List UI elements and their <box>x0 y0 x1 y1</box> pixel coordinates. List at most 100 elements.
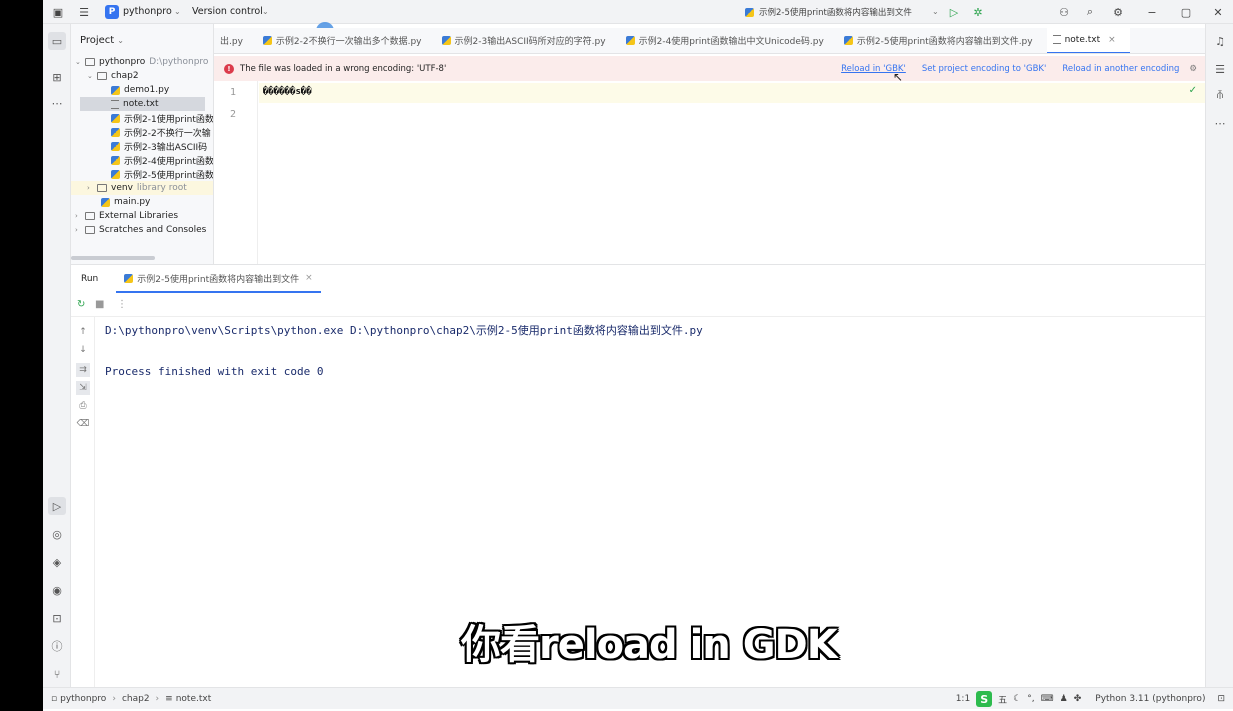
python-packages-icon[interactable]: ◎ <box>48 525 66 543</box>
code-editor[interactable]: ������s�� ✓ <box>259 81 1205 264</box>
tree-item-hint: library root <box>136 183 187 193</box>
scroll-to-end-icon[interactable]: ⇲ <box>76 381 90 395</box>
project-tool-icon[interactable]: ▭ <box>48 32 66 50</box>
notifications-icon[interactable]: ♫ <box>1211 32 1229 50</box>
tree-item-label: 示例2-1使用print函数 <box>124 114 214 125</box>
tools-icon[interactable]: ✤ <box>1074 694 1082 704</box>
right-tool-strip: ♫ ☰ ⫚ ⋯ <box>1205 24 1233 687</box>
run-tab-label: 示例2-5使用print函数将内容输出到文件 <box>137 274 300 285</box>
breadcrumb-item[interactable]: pythonpro <box>60 694 106 704</box>
tree-item-main-py[interactable]: main.py <box>101 195 150 209</box>
tree-item-label: note.txt <box>123 99 159 109</box>
run-tool-icon[interactable]: ▷ <box>48 497 66 515</box>
layers-icon[interactable]: ◈ <box>48 553 66 571</box>
tree-item-label: pythonpro <box>99 57 146 67</box>
settings-gear-icon[interactable]: ⚙ <box>1111 5 1125 19</box>
tree-item-external-libraries[interactable]: › External Libraries <box>75 209 178 223</box>
scientific-mode-icon[interactable]: ⫚ <box>1211 86 1229 104</box>
vcs-menu[interactable]: Version control <box>192 6 263 17</box>
set-project-encoding-link[interactable]: Set project encoding to 'GBK' <box>922 64 1047 74</box>
code-line-1: ������s�� <box>263 87 312 97</box>
more-tools-icon[interactable]: ⋯ <box>48 94 66 112</box>
database-icon[interactable]: ☰ <box>1211 60 1229 78</box>
more-options-icon[interactable]: ⋮ <box>117 299 127 310</box>
tree-item-label: 示例2-2不换行一次输 <box>124 128 211 139</box>
title-bar: ▣ ☰ P pythonpro ⌄ Version control ⌄ 示例2-… <box>43 0 1233 40</box>
clear-icon[interactable]: ⌫ <box>76 417 90 431</box>
terminal-icon[interactable]: ⊡ <box>48 609 66 627</box>
tab-file-4[interactable]: 示例2-4使用print函数输出中文Unicode码.py <box>620 28 838 53</box>
lock-icon[interactable]: ⊡ <box>1217 694 1225 704</box>
print-icon[interactable]: ⎙ <box>76 399 90 413</box>
problems-icon[interactable]: ⓘ <box>48 637 66 655</box>
tree-item-note-txt[interactable]: note.txt <box>80 97 205 111</box>
arrow-up-icon[interactable]: ↑ <box>76 325 90 339</box>
main-menu-icon[interactable]: ☰ <box>77 5 91 19</box>
maximize-icon[interactable]: ▢ <box>1179 5 1193 19</box>
tree-item-scratches[interactable]: › Scratches and Consoles <box>75 223 206 237</box>
tab-note-txt[interactable]: note.txt × <box>1046 28 1130 53</box>
minimize-icon[interactable]: − <box>1145 5 1159 19</box>
app-logo-icon: ▣ <box>52 5 64 19</box>
tree-item-example-2-1[interactable]: 示例2-1使用print函数 <box>111 111 214 125</box>
tab-file-2[interactable]: 示例2-2不换行一次输出多个数据.py <box>257 28 436 53</box>
run-tab[interactable]: 示例2-5使用print函数将内容输出到文件 × <box>116 265 321 293</box>
tree-item-demo1[interactable]: demo1.py <box>111 83 169 97</box>
structure-tool-icon[interactable]: ⊞ <box>48 68 66 86</box>
horizontal-scrollbar[interactable] <box>71 256 155 260</box>
breadcrumb-item[interactable]: chap2 <box>122 694 150 704</box>
arrow-down-icon[interactable]: ↓ <box>76 343 90 357</box>
run-icon[interactable]: ▷ <box>947 5 961 19</box>
add-user-icon[interactable]: ⚇ <box>1057 5 1071 19</box>
gear-icon[interactable]: ⚙ <box>1189 64 1197 74</box>
tab-file-1[interactable]: 出.py <box>214 28 257 53</box>
close-icon[interactable]: × <box>1108 35 1116 45</box>
python-interpreter[interactable]: Python 3.11 (pythonpro) <box>1095 694 1205 704</box>
folder-icon <box>97 184 107 192</box>
tree-item-label: External Libraries <box>99 211 179 221</box>
tree-item-example-2-5[interactable]: 示例2-5使用print函数 <box>111 167 213 181</box>
tree-item-chap2[interactable]: ⌄ chap2 <box>87 69 139 83</box>
punctuation-icon[interactable]: °, <box>1027 694 1034 704</box>
rerun-icon[interactable]: ↻ <box>77 299 85 310</box>
caret-position[interactable]: 1:1 <box>956 694 970 704</box>
vertical-scrollbar[interactable] <box>1199 317 1205 688</box>
ime-mode[interactable]: 五 <box>998 693 1007 706</box>
close-icon[interactable]: × <box>305 273 313 283</box>
project-panel-title: Project <box>80 34 115 46</box>
keyboard-icon[interactable]: ⌨ <box>1041 694 1054 704</box>
tree-item-example-2-3[interactable]: 示例2-3输出ASCII码 <box>111 139 207 153</box>
services-icon[interactable]: ◉ <box>48 581 66 599</box>
tree-item-example-2-2[interactable]: 示例2-2不换行一次输 <box>111 125 211 139</box>
project-switcher[interactable]: pythonpro <box>123 6 172 17</box>
run-side-toolbar: ↑ ↓ ⇉ ⇲ ⎙ ⌫ <box>71 317 95 688</box>
error-icon: ! <box>224 63 234 74</box>
python-file-icon <box>441 36 451 45</box>
more-tools-icon[interactable]: ⋯ <box>1211 114 1229 132</box>
soft-wrap-icon[interactable]: ⇉ <box>76 363 90 377</box>
tree-item-hint: D:\pythonpro <box>149 57 209 67</box>
search-icon[interactable]: ⌕ <box>1083 5 1097 19</box>
stop-icon[interactable]: ■ <box>95 299 104 310</box>
tree-item-example-2-4[interactable]: 示例2-4使用print函数 <box>111 153 213 167</box>
run-config-selector[interactable]: 示例2-5使用print函数将内容输出到文件 <box>759 6 912 18</box>
chevron-right-icon: › <box>75 212 78 220</box>
debug-icon[interactable]: ✲ <box>971 5 985 19</box>
breadcrumb-item[interactable]: note.txt <box>176 694 212 704</box>
tab-file-3[interactable]: 示例2-3输出ASCII码所对应的字符.py <box>436 28 620 53</box>
close-icon[interactable]: ✕ <box>1211 5 1225 19</box>
project-panel-header[interactable]: Project ⌄ <box>71 24 213 56</box>
git-icon[interactable]: ⑂ <box>48 665 66 683</box>
chevron-down-icon: ⌄ <box>117 35 124 45</box>
tree-item-venv[interactable]: › venv library root <box>71 181 213 195</box>
tab-file-5[interactable]: 示例2-5使用print函数将内容输出到文件.py <box>838 28 1047 53</box>
reload-another-encoding-link[interactable]: Reload in another encoding <box>1062 64 1179 74</box>
ime-logo-icon[interactable]: S <box>976 691 993 707</box>
tree-item-project-root[interactable]: ⌄ pythonpro D:\pythonpro <box>75 55 208 69</box>
python-file-icon <box>111 85 120 95</box>
chevron-down-icon: ⌄ <box>75 58 81 66</box>
python-file-icon <box>843 36 853 45</box>
moon-icon[interactable]: ☾ <box>1013 694 1021 704</box>
ide-window: ▣ ☰ P pythonpro ⌄ Version control ⌄ 示例2-… <box>43 0 1233 711</box>
user-icon[interactable]: ♟ <box>1060 694 1068 704</box>
